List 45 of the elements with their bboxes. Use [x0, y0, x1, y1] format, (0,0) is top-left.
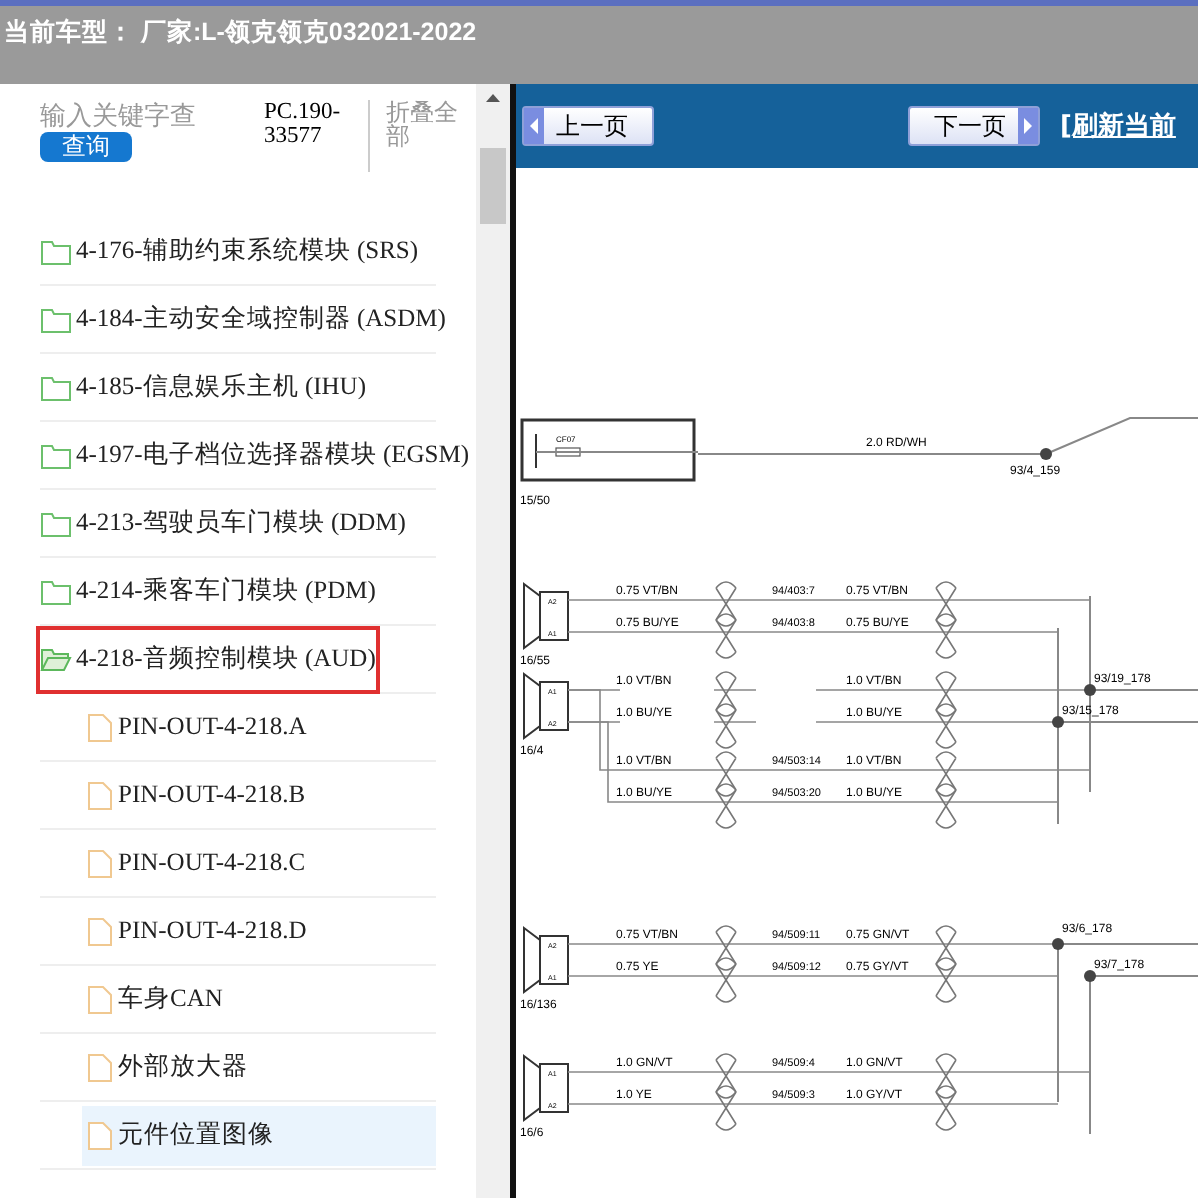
folder-icon: [40, 441, 72, 469]
tree-file-item[interactable]: PIN-OUT-4-218.C: [82, 833, 436, 893]
refresh-link[interactable]: [刷新当前: [1060, 108, 1176, 144]
file-icon: [86, 847, 114, 879]
tree-file-item[interactable]: 外部放大器: [82, 1037, 436, 1097]
scrollbar-thumb[interactable]: [480, 148, 506, 224]
tree-file-item[interactable]: PIN-OUT-4-218.D: [82, 901, 436, 961]
splice-dot: [1052, 938, 1064, 950]
splice-dot: [1084, 684, 1096, 696]
previous-page-button[interactable]: 上一页: [522, 106, 654, 146]
next-page-button[interactable]: 下一页: [908, 106, 1040, 146]
file-icon: [86, 1119, 114, 1151]
folder-icon: [40, 509, 72, 537]
folder-icon: [40, 373, 72, 401]
tree-folder-item[interactable]: 4-197-电子档位选择器模块 (EGSM): [40, 425, 470, 485]
speaker-symbol: [523, 926, 569, 994]
speaker-symbol: [523, 1054, 569, 1122]
tree-folder-item[interactable]: 4-184-主动安全域控制器 (ASDM): [40, 289, 446, 349]
tree-file-item[interactable]: 车身CAN: [82, 969, 436, 1029]
tree-folder-item[interactable]: 4-213-驾驶员车门模块 (DDM): [40, 493, 406, 553]
search-button[interactable]: 查询: [40, 132, 132, 162]
folder-icon: [40, 237, 72, 265]
file-icon: [86, 711, 114, 743]
speaker-symbol: [523, 672, 569, 740]
file-icon: [86, 1051, 114, 1083]
speaker-symbol: [523, 582, 569, 650]
file-icon: [86, 915, 114, 947]
tree-file-item[interactable]: PIN-OUT-4-218.B: [82, 765, 436, 825]
tree-file-item[interactable]: PIN-OUT-4-218.A: [82, 697, 436, 757]
splice-dot: [1084, 970, 1096, 982]
file-icon: [86, 779, 114, 811]
tree-folder-item[interactable]: 4-218-音频控制模块 (AUD): [40, 629, 376, 689]
file-icon: [86, 983, 114, 1015]
vehicle-model-title: 当前车型： 厂家:L-领克领克032021-2022: [4, 16, 477, 50]
tree-folder-item[interactable]: 4-214-乘客车门模块 (PDM): [40, 561, 376, 621]
scrollbar[interactable]: [476, 84, 510, 1198]
tree-file-item[interactable]: 元件位置图像: [82, 1105, 436, 1165]
open-folder-icon: [40, 645, 72, 673]
folder-icon: [40, 577, 72, 605]
code-text: PC.190-33577: [264, 100, 370, 172]
splice-dot: [1040, 448, 1052, 460]
tree-folder-item[interactable]: 4-185-信息娱乐主机 (IHU): [40, 357, 366, 417]
tree-folder-item[interactable]: 4-176-辅助约束系统模块 (SRS): [40, 221, 419, 281]
folder-icon: [40, 305, 72, 333]
splice-dot: [1052, 716, 1064, 728]
